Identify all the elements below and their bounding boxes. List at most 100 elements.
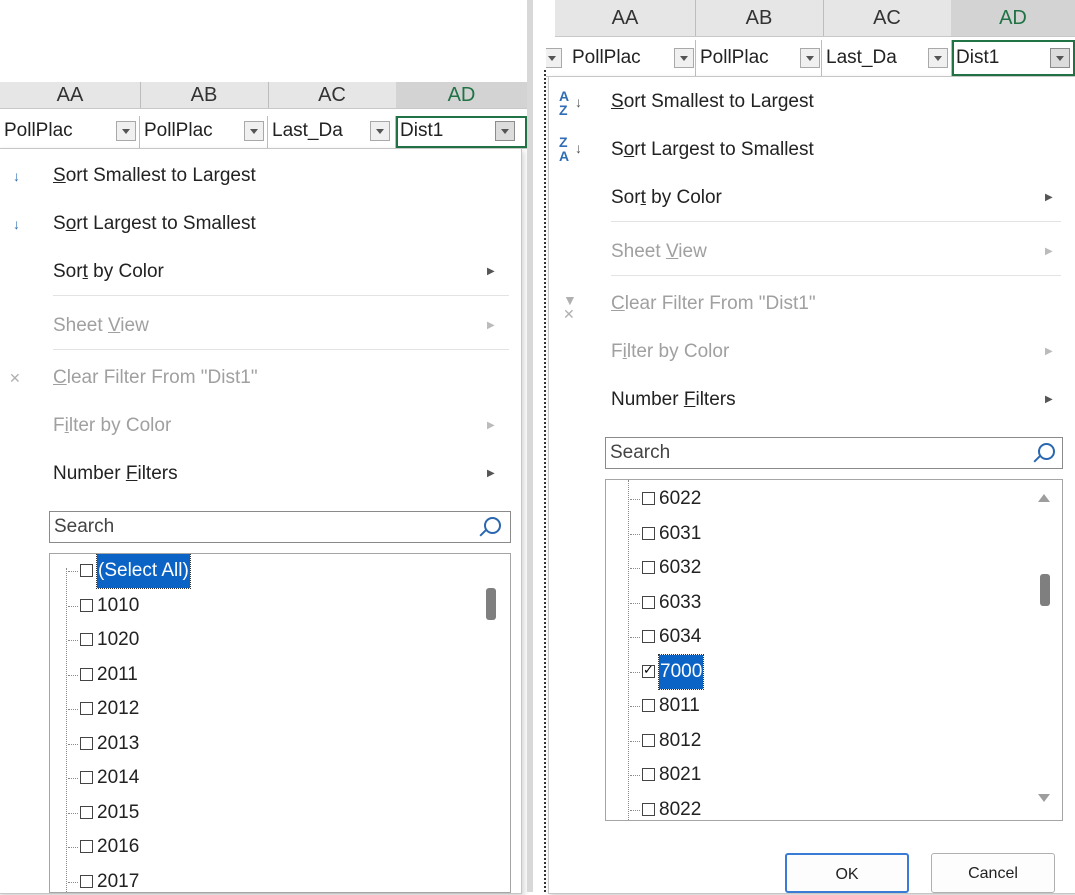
item-checkbox[interactable]: [80, 598, 93, 612]
scrollbar-thumb[interactable]: [486, 588, 496, 620]
item-checkbox[interactable]: [642, 595, 655, 609]
column-aa[interactable]: AA: [555, 0, 696, 36]
column-ad[interactable]: AD: [951, 0, 1075, 36]
filter-dropdown-button[interactable]: [928, 48, 948, 68]
item-checkbox[interactable]: [80, 736, 93, 750]
item-checkbox[interactable]: [80, 564, 93, 577]
list-item[interactable]: 1010: [80, 589, 410, 623]
menu-accelerator: C: [53, 367, 67, 388]
list-item[interactable]: 7000: [642, 653, 972, 690]
scroll-up-icon[interactable]: [1038, 494, 1050, 502]
menu-sort-by-color[interactable]: Sort by Color ▶: [53, 255, 495, 289]
column-ab[interactable]: AB: [695, 0, 824, 36]
ok-button[interactable]: OK: [785, 853, 909, 893]
item-checkbox[interactable]: [642, 802, 655, 816]
filter-dropdown-button[interactable]: [800, 48, 820, 68]
item-checkbox[interactable]: [642, 768, 655, 781]
menu-sort-by-color[interactable]: Sort by Color ▶: [611, 181, 1053, 215]
list-item[interactable]: 6032: [642, 551, 972, 585]
item-checkbox[interactable]: [80, 874, 93, 888]
list-item[interactable]: 8021: [642, 758, 972, 792]
value-list[interactable]: (Select All) 1010 1020 2011 2012 2013 2014 2015…: [49, 553, 511, 893]
item-checkbox[interactable]: [80, 840, 93, 853]
filter-dropdown-button[interactable]: [116, 121, 136, 141]
list-item[interactable]: 2011: [80, 658, 410, 692]
menu-number-filters[interactable]: Number Filters ▶: [611, 383, 1053, 417]
list-item[interactable]: (Select All): [80, 554, 410, 589]
submenu-arrow-icon: ▶: [1045, 246, 1053, 257]
filter-dropdown-button[interactable]: [674, 48, 694, 68]
item-checkbox[interactable]: [642, 561, 655, 574]
list-item[interactable]: 6033: [642, 586, 972, 620]
item-checkbox[interactable]: [80, 667, 93, 681]
column-ac[interactable]: AC: [823, 0, 952, 36]
scrollbar-thumb[interactable]: [1040, 574, 1050, 606]
search-placeholder: Search: [610, 442, 671, 463]
tree-connector: [68, 812, 78, 814]
list-item[interactable]: 2012: [80, 692, 410, 726]
column-ac[interactable]: AC: [268, 82, 397, 108]
list-item[interactable]: 8011: [642, 689, 972, 723]
menu-text: by Color: [645, 187, 722, 208]
tree-connector: [68, 605, 78, 607]
column-ad[interactable]: AD: [396, 82, 527, 108]
search-input[interactable]: Search: [49, 511, 511, 543]
filter-dropdown-button-active[interactable]: [495, 121, 515, 141]
menu-sort-ascending[interactable]: Sort Smallest to Largest: [611, 85, 1051, 119]
list-item[interactable]: 8022: [642, 793, 972, 821]
menu-text: Number: [53, 463, 126, 484]
list-item[interactable]: 2016: [80, 830, 410, 864]
column-aa[interactable]: AA: [0, 82, 141, 108]
filter-dropdown-button[interactable]: [370, 121, 390, 141]
menu-sort-descending[interactable]: Sort Largest to Smallest: [53, 207, 493, 241]
cancel-button[interactable]: Cancel: [931, 853, 1055, 893]
item-checkbox[interactable]: [642, 733, 655, 747]
tree-connector: [68, 847, 78, 848]
item-checkbox[interactable]: [642, 630, 655, 643]
filter-dropdown-button-active[interactable]: [1050, 48, 1070, 68]
list-item[interactable]: 6031: [642, 517, 972, 551]
submenu-arrow-icon: ▶: [487, 420, 495, 431]
list-item[interactable]: 2017: [80, 865, 410, 893]
menu-sort-ascending[interactable]: Sort Smallest to Largest: [53, 159, 493, 193]
scroll-down-icon[interactable]: [1038, 794, 1050, 802]
search-icon[interactable]: [484, 517, 501, 534]
list-item[interactable]: 1020: [80, 623, 410, 657]
tree-connector: [630, 809, 640, 811]
item-checkbox[interactable]: [642, 661, 655, 679]
menu-accelerator: o: [623, 139, 635, 160]
value-list[interactable]: 6022 6031 6032 6033 6034 7000 8011 8012 8021 8022: [605, 479, 1063, 821]
item-label: 1020: [97, 629, 140, 650]
column-label: AA: [611, 7, 639, 29]
item-checkbox[interactable]: [80, 771, 93, 784]
list-item[interactable]: 2014: [80, 761, 410, 795]
list-item[interactable]: 6022: [642, 482, 972, 516]
item-checkbox[interactable]: [80, 633, 93, 646]
menu-text: S: [53, 213, 66, 234]
search-input[interactable]: Search: [605, 437, 1063, 469]
clear-filter-icon: ✕: [9, 370, 21, 386]
menu-separator: [53, 349, 509, 350]
header-label: Last_Da: [272, 120, 343, 141]
item-label: 6022: [659, 488, 702, 509]
menu-text: F: [53, 415, 65, 436]
list-item[interactable]: 8012: [642, 724, 972, 758]
list-item[interactable]: 2013: [80, 727, 410, 761]
item-checkbox[interactable]: [642, 526, 655, 540]
item-checkbox[interactable]: [642, 492, 655, 505]
item-label: 8011: [659, 695, 700, 716]
menu-sort-descending[interactable]: Sort Largest to Smallest: [611, 133, 1051, 167]
search-icon[interactable]: [1038, 443, 1055, 460]
item-checkbox[interactable]: [642, 699, 655, 712]
list-item[interactable]: 2015: [80, 796, 410, 830]
menu-number-filters[interactable]: Number Filters ▶: [53, 457, 495, 491]
header-label: Dist1: [956, 47, 1000, 68]
column-ab[interactable]: AB: [140, 82, 269, 108]
list-item[interactable]: 6034: [642, 620, 972, 654]
item-checkbox[interactable]: [80, 702, 93, 715]
filter-dropdown-button[interactable]: [546, 48, 562, 68]
item-checkbox[interactable]: [80, 805, 93, 819]
filter-dropdown-button[interactable]: [244, 121, 264, 141]
table-header-row: PollPlac PollPlac Last_Da Dist1: [0, 116, 527, 149]
menu-text: rt Largest to Smallest: [634, 139, 814, 160]
